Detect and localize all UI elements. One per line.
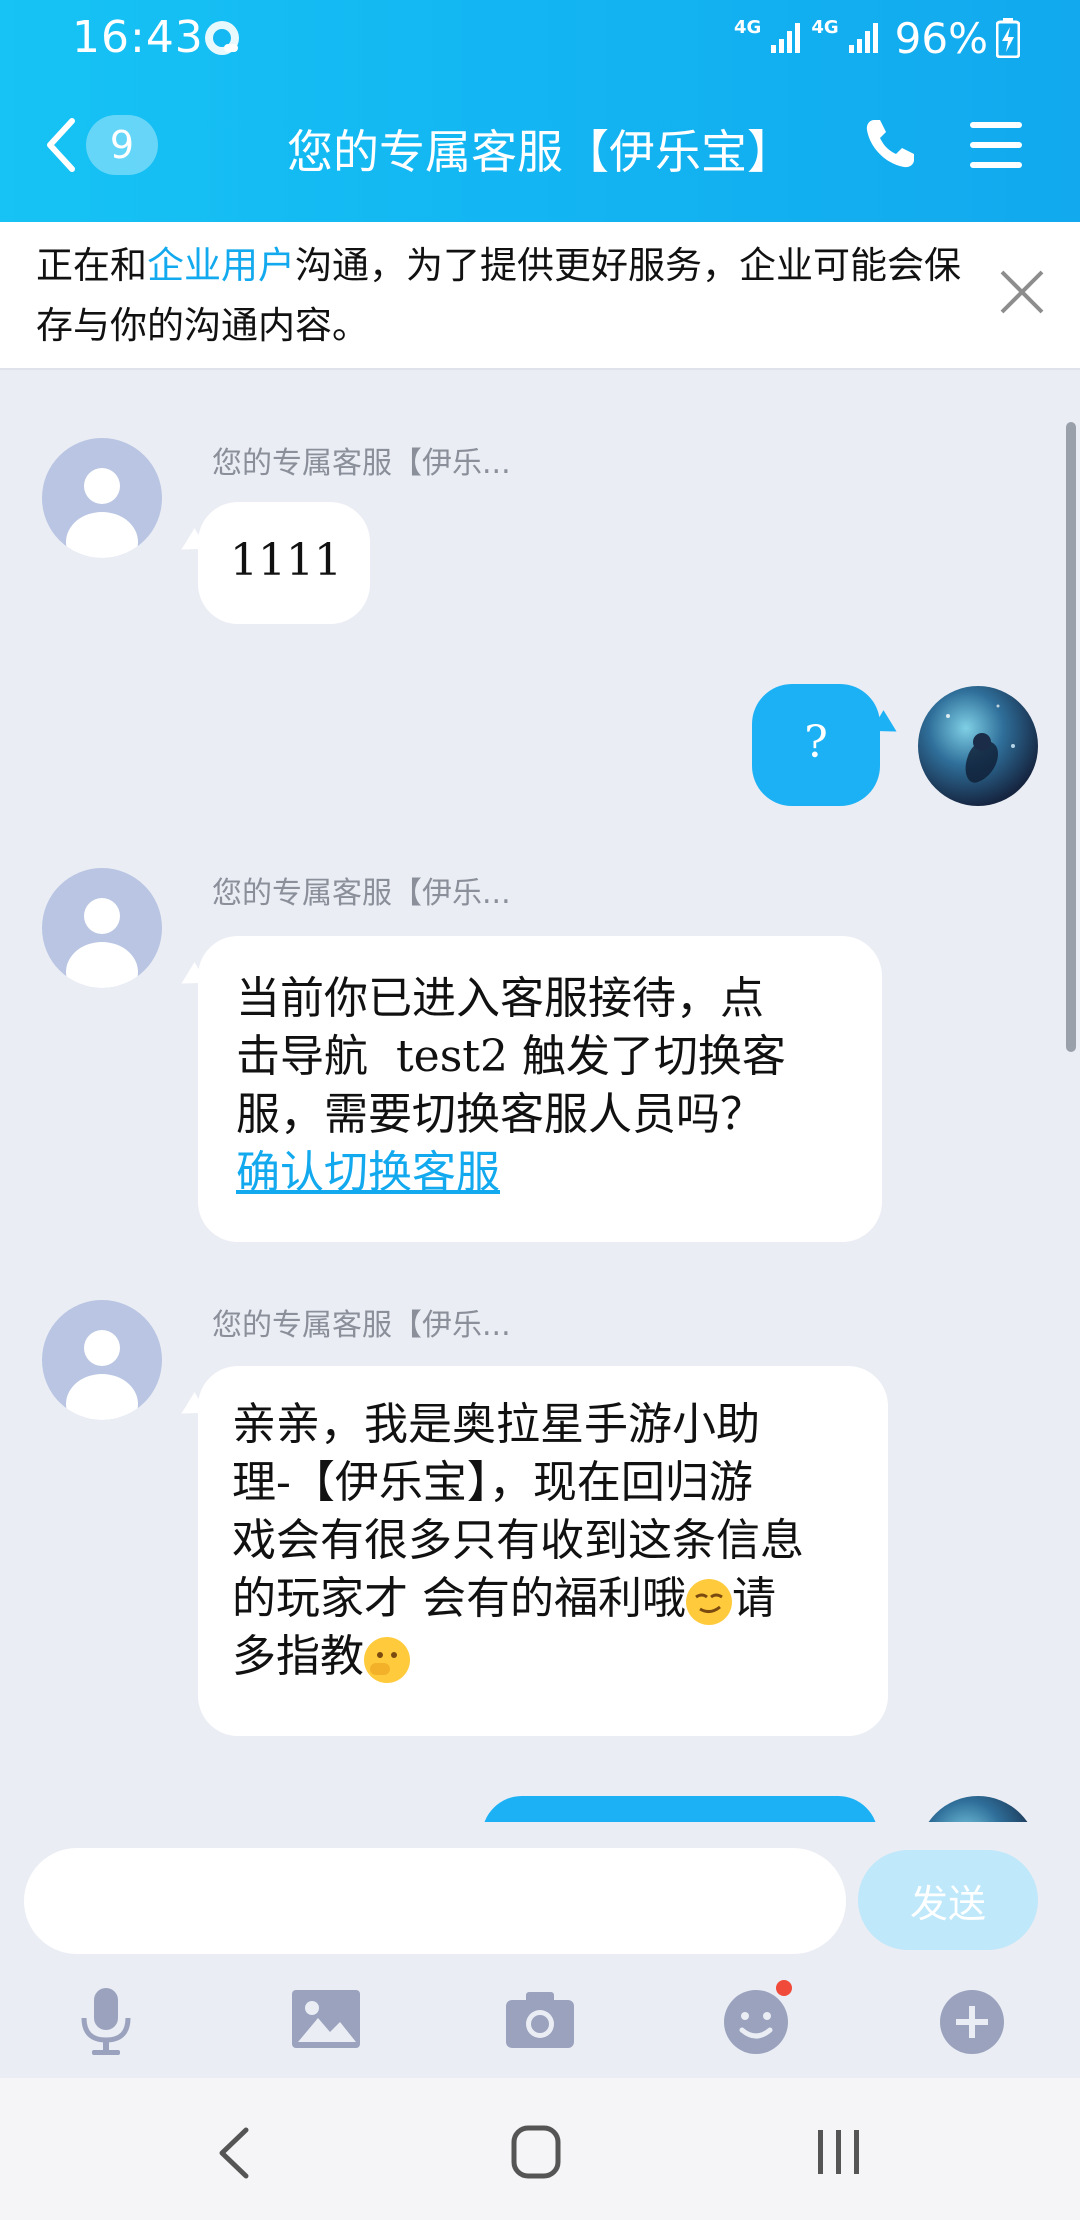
nav-back-icon[interactable] — [214, 2126, 254, 2180]
input-bar: 发送 — [0, 1822, 1080, 2082]
chat-title: 您的专属客服【伊乐宝】 — [287, 125, 793, 179]
unread-count-badge: 9 — [86, 115, 158, 175]
smirk-emoji-icon — [686, 1578, 732, 1625]
chevron-left-icon — [47, 118, 75, 172]
nav-recents-icon[interactable] — [814, 2126, 864, 2178]
message-bubble-incoming[interactable]: 亲亲，我是奥拉星手游小助 理-【伊乐宝】，现在回归游 戏会有很多只有收到这条信息… — [198, 1366, 888, 1736]
service-avatar[interactable] — [42, 438, 162, 558]
message-line: 当前你已进入客服接待，点 — [236, 973, 764, 1024]
my-avatar[interactable] — [918, 686, 1038, 806]
image-icon[interactable] — [286, 1980, 366, 2060]
confirm-switch-agent-link[interactable]: 确认切换客服 — [236, 1144, 500, 1202]
camera-icon[interactable] — [500, 1980, 580, 2060]
message-line: 的玩家才 会有的福利哦 请 — [232, 1570, 888, 1628]
notice-prefix: 正在和 — [36, 244, 147, 287]
message-bubble-outgoing[interactable]: ? — [752, 684, 880, 806]
message-line: 击导航 test2 触发了切换客 — [236, 1031, 786, 1082]
network-type-2: 4G — [811, 17, 839, 38]
shush-emoji-icon — [364, 1636, 410, 1683]
message-input[interactable] — [24, 1848, 846, 1954]
message-bubble-outgoing[interactable] — [482, 1796, 878, 1822]
default-user-icon — [66, 1330, 138, 1420]
battery-percent: 96% — [894, 13, 988, 63]
message-fragment: 多指教 — [232, 1631, 364, 1682]
plus-icon[interactable] — [932, 1980, 1012, 2060]
top-header: 16:43 4G 4G 96% 9 您的专属客服【伊乐宝】 — [0, 0, 1080, 222]
menu-icon[interactable] — [966, 118, 1026, 172]
battery-charging-icon — [996, 18, 1020, 58]
message-text: ? — [804, 717, 828, 768]
user-avatar-image — [946, 704, 1015, 783]
microphone-icon[interactable] — [66, 1980, 146, 2060]
scrollbar[interactable] — [1066, 422, 1076, 1052]
sender-name: 您的专属客服【伊乐... — [212, 446, 511, 481]
sender-name: 您的专属客服【伊乐... — [212, 876, 511, 911]
message-bubble-incoming[interactable]: 1111 — [198, 502, 370, 624]
back-button[interactable]: 9 — [44, 112, 164, 178]
send-button[interactable]: 发送 — [858, 1850, 1038, 1950]
message-line: 多指教 — [232, 1628, 888, 1686]
network-type-1: 4G — [734, 17, 762, 38]
privacy-notice-banner: 正在和企业用户沟通，为了提供更好服务，企业可能会保存与你的沟通内容。 — [0, 222, 1080, 370]
status-time: 16:43 — [72, 12, 204, 63]
notice-text: 正在和企业用户沟通，为了提供更好服务，企业可能会保存与你的沟通内容。 — [36, 236, 976, 356]
notice-enterprise-link[interactable]: 企业用户 — [147, 244, 295, 287]
service-avatar[interactable] — [42, 1300, 162, 1420]
signal-icon — [771, 23, 801, 53]
emoji-icon[interactable] — [716, 1980, 796, 2060]
signal-icon — [848, 23, 878, 53]
message-line: 戏会有很多只有收到这条信息 — [232, 1515, 804, 1566]
message-text: 1111 — [230, 535, 342, 586]
default-user-icon — [66, 898, 138, 988]
default-user-icon — [66, 468, 138, 558]
my-avatar[interactable] — [918, 1796, 1038, 1822]
close-icon[interactable] — [996, 266, 1048, 318]
service-avatar[interactable] — [42, 868, 162, 988]
message-line: 服，需要切换客服人员吗？ — [236, 1089, 764, 1140]
message-fragment: 的玩家才 会有的福利哦 — [232, 1573, 686, 1624]
message-bubble-incoming[interactable]: 当前你已进入客服接待，点 击导航 test2 触发了切换客 服，需要切换客服人员… — [198, 936, 882, 1242]
qq-notification-icon — [205, 21, 239, 55]
phone-icon[interactable] — [860, 114, 920, 174]
message-fragment: 请 — [732, 1573, 776, 1624]
chat-message-list[interactable]: 您的专属客服【伊乐... 1111 ? 您的专属客服【伊乐... 当前你已进入客… — [0, 372, 1080, 1822]
nav-home-icon[interactable] — [510, 2124, 562, 2180]
message-line: 理-【伊乐宝】，现在回归游 — [232, 1457, 753, 1508]
sender-name: 您的专属客服【伊乐... — [212, 1308, 511, 1343]
message-line: 亲亲，我是奥拉星手游小助 — [232, 1399, 760, 1450]
status-indicators: 4G 4G 96% — [734, 12, 1020, 64]
system-navigation-bar — [0, 2078, 1080, 2220]
